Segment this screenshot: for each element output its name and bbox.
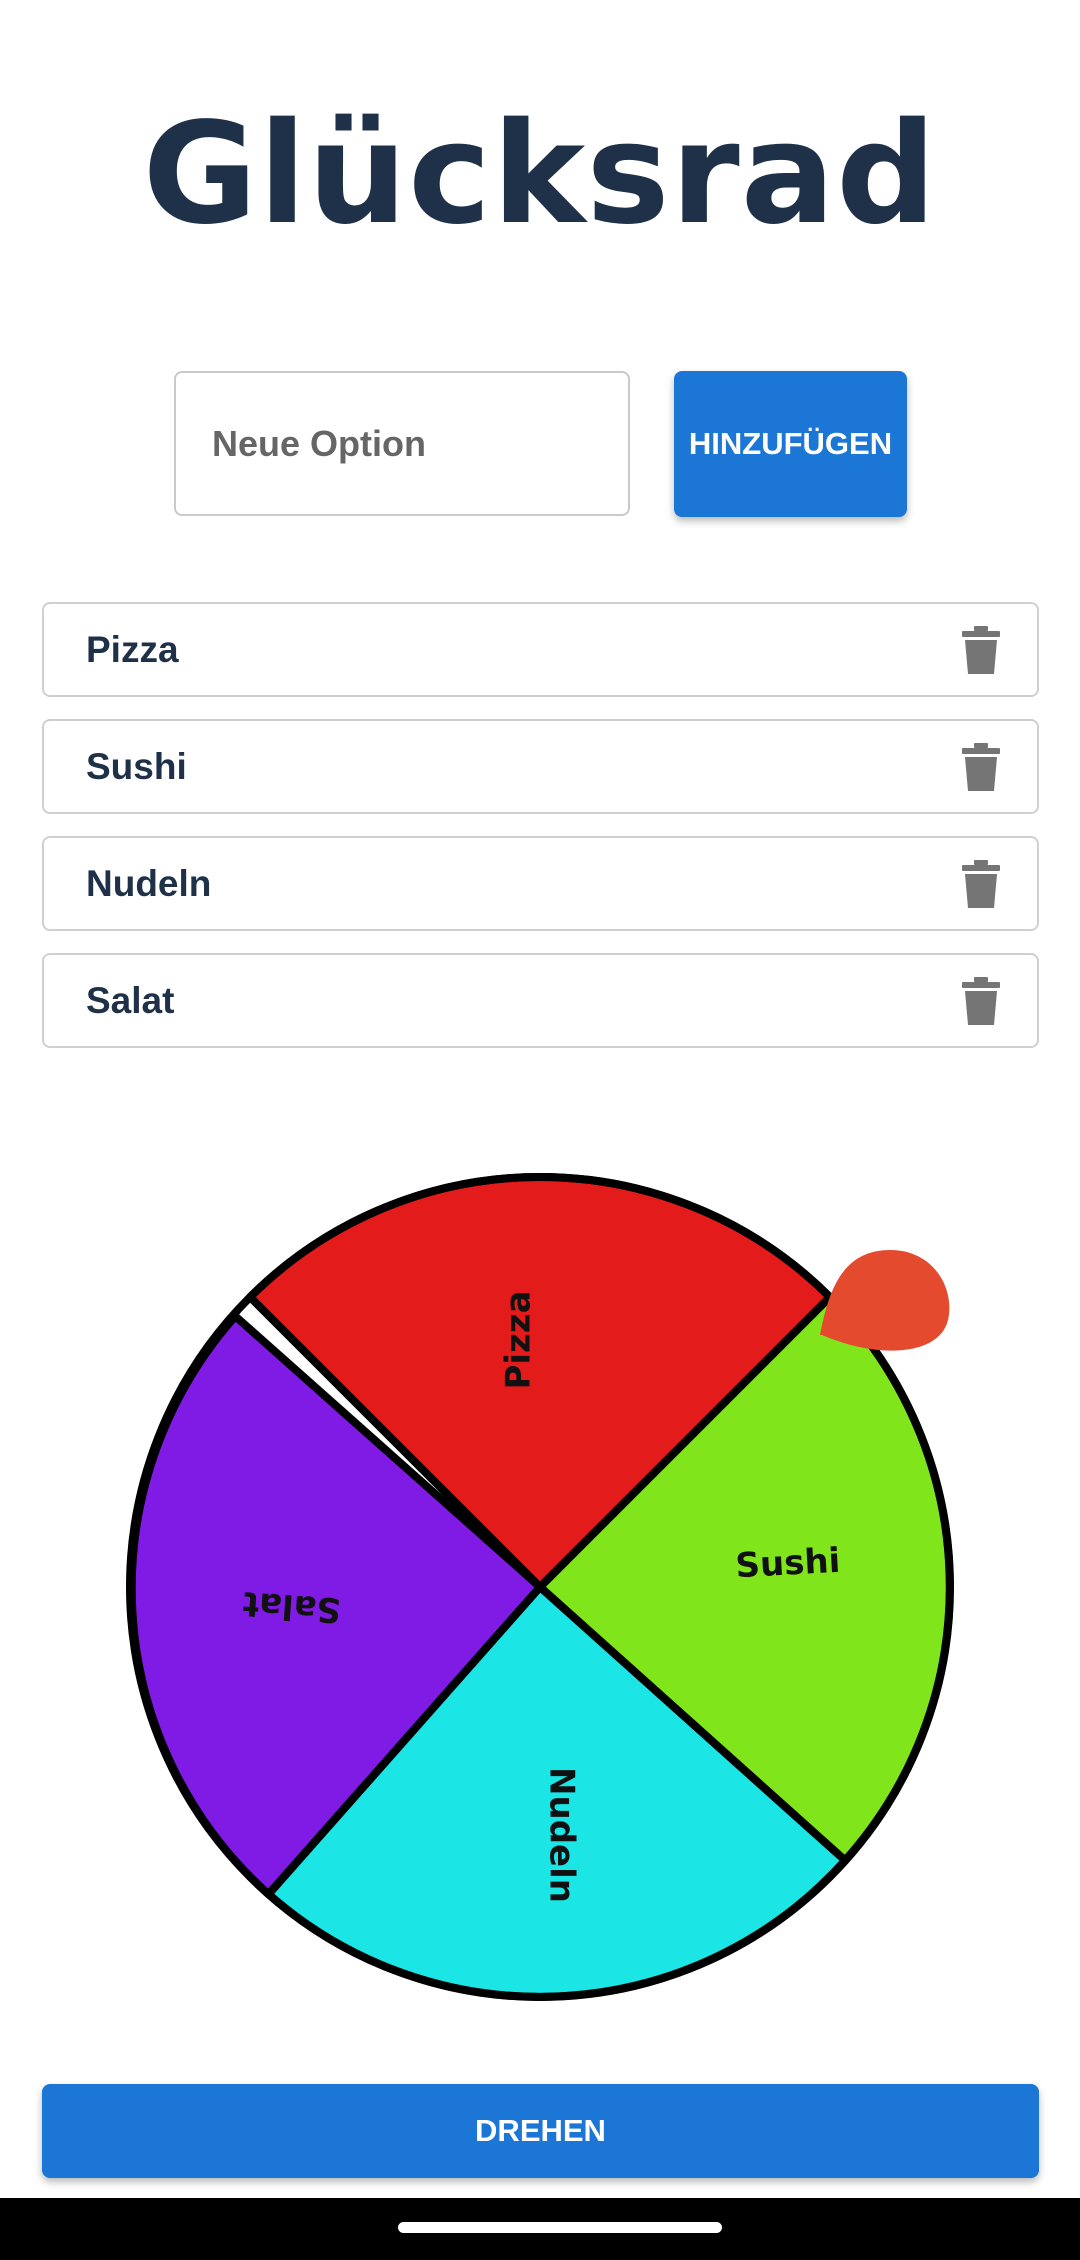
wheel-label-pizza: Pizza xyxy=(499,1290,539,1389)
wheel-label-salat: Salat xyxy=(241,1583,342,1630)
delete-option-button[interactable] xyxy=(955,975,1007,1027)
app-screen: Glücksrad HINZUFÜGEN Pizza Sushi xyxy=(0,0,1080,2260)
prize-wheel[interactable]: Pizza Sushi Nudeln Salat xyxy=(0,1150,1080,2030)
spin-button[interactable]: DREHEN xyxy=(42,2084,1039,2178)
option-label: Nudeln xyxy=(86,863,212,904)
home-indicator[interactable] xyxy=(398,2222,722,2233)
wheel-container: Pizza Sushi Nudeln Salat xyxy=(0,1150,1080,2030)
delete-option-button[interactable] xyxy=(955,858,1007,910)
option-item: Sushi xyxy=(42,719,1039,814)
add-option-form: HINZUFÜGEN xyxy=(0,371,1080,518)
option-item: Nudeln xyxy=(42,836,1039,931)
option-label: Salat xyxy=(86,980,175,1021)
option-label: Sushi xyxy=(86,746,187,787)
wheel-label-sushi: Sushi xyxy=(735,1541,842,1586)
option-item: Salat xyxy=(42,953,1039,1048)
delete-option-button[interactable] xyxy=(955,741,1007,793)
trash-icon xyxy=(962,626,1000,674)
delete-option-button[interactable] xyxy=(955,624,1007,676)
trash-icon xyxy=(962,743,1000,791)
wheel-label-nudeln: Nudeln xyxy=(542,1767,582,1903)
pointer-pin-icon xyxy=(820,1250,950,1351)
page-title: Glücksrad xyxy=(142,93,938,256)
option-item: Pizza xyxy=(42,602,1039,697)
option-label: Pizza xyxy=(86,629,179,670)
add-option-button[interactable]: HINZUFÜGEN xyxy=(674,371,907,517)
option-list: Pizza Sushi Nudeln Salat xyxy=(42,602,1039,1070)
new-option-input[interactable] xyxy=(174,371,630,516)
trash-icon xyxy=(962,860,1000,908)
trash-icon xyxy=(962,977,1000,1025)
system-navigation-bar xyxy=(0,2198,1080,2260)
